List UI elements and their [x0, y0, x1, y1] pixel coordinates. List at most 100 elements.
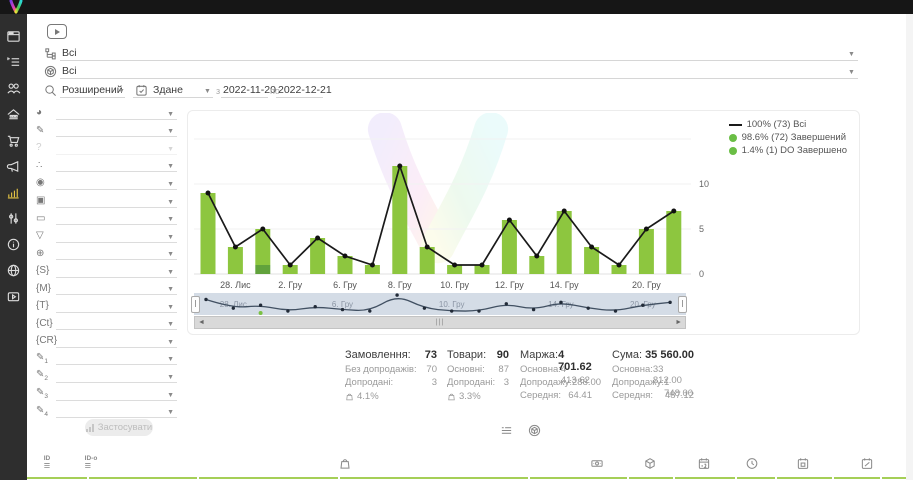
calendar-check-icon — [135, 84, 148, 97]
sidebar-item-settings[interactable] — [0, 205, 27, 231]
vertical-scrollbar[interactable] — [906, 14, 913, 480]
filter-column: ◕▼ ✎▼ ?▼ ∴▼ ◉▼ ▣▼ ▭▼ ▽▼ ⊕▼ {S}▼ {M}▼ {T}… — [36, 104, 174, 420]
sidebar — [0, 14, 27, 480]
range-handle-right[interactable] — [678, 296, 687, 313]
filter-row-web[interactable]: ⊕▼ — [36, 244, 174, 262]
filter-row-funnel[interactable]: ▽▼ — [36, 227, 174, 245]
col-bag-icon[interactable] — [339, 457, 352, 475]
range-handle-left[interactable] — [191, 296, 200, 313]
box-icon: ▣ — [36, 195, 56, 206]
filter-row-source[interactable]: ◕▼ — [36, 104, 174, 122]
filter-row-custom-4[interactable]: ✎4 ▼ — [36, 402, 174, 420]
date-type-select[interactable]: Здане — [153, 84, 183, 96]
sidebar-item-marketing[interactable] — [0, 153, 27, 179]
product-group-value[interactable]: Всі — [62, 65, 77, 77]
sitemap-icon: ∴ — [36, 160, 56, 171]
chevron-down-icon: ▼ — [167, 234, 174, 241]
col-calendar-edit-icon[interactable] — [861, 457, 874, 475]
col-calendar-date-icon[interactable] — [698, 457, 711, 475]
col-clock-icon[interactable] — [746, 457, 759, 475]
store-icon — [6, 107, 21, 122]
chevron-down-icon[interactable]: ▼ — [118, 88, 125, 95]
date-type-underline — [133, 97, 213, 98]
chevron-down-icon: ▼ — [167, 409, 174, 416]
svg-text:20. Гру: 20. Гру — [632, 280, 661, 290]
scroll-right-icon[interactable]: ► — [672, 319, 685, 326]
list-icon — [500, 424, 513, 437]
chevron-down-icon[interactable]: ▼ — [204, 88, 211, 95]
pencil-4-icon: ✎4 — [36, 405, 56, 418]
col-calendar-in-icon[interactable] — [797, 457, 810, 475]
search-mode-select[interactable]: Розширений — [62, 84, 123, 96]
sidebar-item-store[interactable] — [0, 101, 27, 127]
sidebar-item-dashboard[interactable] — [0, 23, 27, 49]
apply-button[interactable]: Застосувати — [85, 419, 153, 436]
legend-item-all[interactable]: 100% (73) Всі — [729, 118, 847, 131]
list-view-toggle[interactable] — [499, 423, 513, 437]
date-to-underline — [276, 97, 323, 98]
svg-text:28. Лис: 28. Лис — [220, 280, 251, 290]
video-hint-button[interactable] — [47, 24, 67, 39]
filter-row-utm-term[interactable]: {T}▼ — [36, 297, 174, 315]
filter-row-notes[interactable]: ✎▼ — [36, 122, 174, 140]
product-group-underline — [60, 78, 858, 79]
range-minimap[interactable]: 28. Лис6. Гру10. Гру14. Гру20. Гру — [194, 293, 686, 315]
filter-row-custom-3[interactable]: ✎3▼ — [36, 385, 174, 403]
product-view-toggle[interactable] — [527, 423, 541, 437]
stat-title: Маржа: — [520, 349, 558, 364]
filter-row-product[interactable]: ▣▼ — [36, 192, 174, 210]
chevron-down-icon[interactable]: ▼ — [848, 51, 855, 58]
globe-icon — [6, 263, 21, 278]
chart-legend: 100% (73) Всі 98.6% (72) Завершений 1.4%… — [729, 118, 847, 157]
col-id-icon[interactable]: ID≡ — [44, 457, 51, 470]
chevron-down-icon: ▼ — [167, 374, 174, 381]
filter-row-utm-medium[interactable]: {M}▼ — [36, 279, 174, 297]
legend-item-completed[interactable]: 98.6% (72) Завершений — [729, 131, 847, 144]
table-header: ID≡ ID-o≡ — [27, 452, 913, 480]
svg-text:2. Гру: 2. Гру — [278, 280, 302, 290]
sidebar-item-orders[interactable] — [0, 49, 27, 75]
chevron-down-icon: ▼ — [167, 321, 174, 328]
customers-icon — [6, 81, 21, 96]
sidebar-item-video-tutorials[interactable] — [0, 283, 27, 309]
scroll-grip[interactable]: ||| — [436, 319, 444, 326]
sidebar-item-customers[interactable] — [0, 75, 27, 101]
dot-swatch — [729, 134, 737, 142]
sidebar-item-analytics[interactable] — [0, 179, 27, 205]
sidebar-item-purchases[interactable] — [0, 127, 27, 153]
col-package-icon[interactable] — [644, 457, 657, 475]
sidebar-item-info[interactable] — [0, 231, 27, 257]
chevron-down-icon: ▼ — [167, 286, 174, 293]
filter-row-utm-source[interactable]: {S}▼ — [36, 262, 174, 280]
chart-bars-icon — [86, 424, 94, 432]
package-filter-icon — [44, 65, 57, 78]
date-to-input[interactable]: 2022-12-21 — [278, 84, 332, 96]
legend-item-do-completed[interactable]: 1.4% (1) DO Завершено — [729, 144, 847, 157]
filter-row-utm-campaign[interactable]: {CR}▼ — [36, 332, 174, 350]
date-from-input[interactable]: 2022-11-20 — [223, 84, 276, 96]
chevron-down-icon: ▼ — [167, 181, 174, 188]
filter-row-utm-content[interactable]: {Ct}▼ — [36, 315, 174, 333]
funnel-icon: ▽ — [36, 230, 56, 241]
dot-swatch — [729, 147, 737, 155]
package-icon — [528, 424, 541, 437]
col-id-alt-icon[interactable]: ID-o≡ — [85, 457, 98, 470]
chevron-down-icon[interactable]: ▼ — [848, 69, 855, 76]
filter-row-location[interactable]: ◉▼ — [36, 174, 174, 192]
col-banknote-icon[interactable] — [591, 457, 604, 475]
status-group-value[interactable]: Всі — [62, 47, 77, 59]
filter-row-structure[interactable]: ∴▼ — [36, 157, 174, 175]
sidebar-item-website[interactable] — [0, 257, 27, 283]
scroll-left-icon[interactable]: ◄ — [195, 319, 208, 326]
stat-orders: Замовлення:73 Без допродажів:70 Допродан… — [345, 349, 437, 403]
chevron-down-icon: ▼ — [167, 199, 174, 206]
filter-row-custom-2[interactable]: ✎2▼ — [36, 367, 174, 385]
filter-row-custom-1[interactable]: ✎1▼ — [36, 350, 174, 368]
svg-text:10: 10 — [699, 179, 709, 189]
range-scrollbar[interactable]: ◄ ||| ► — [194, 316, 686, 329]
chevron-down-icon: ▼ — [167, 216, 174, 223]
play-icon — [55, 29, 60, 35]
svg-text:10. Гру: 10. Гру — [440, 280, 469, 290]
upsell-bag-icon — [447, 392, 456, 401]
filter-row-payment[interactable]: ▭▼ — [36, 209, 174, 227]
